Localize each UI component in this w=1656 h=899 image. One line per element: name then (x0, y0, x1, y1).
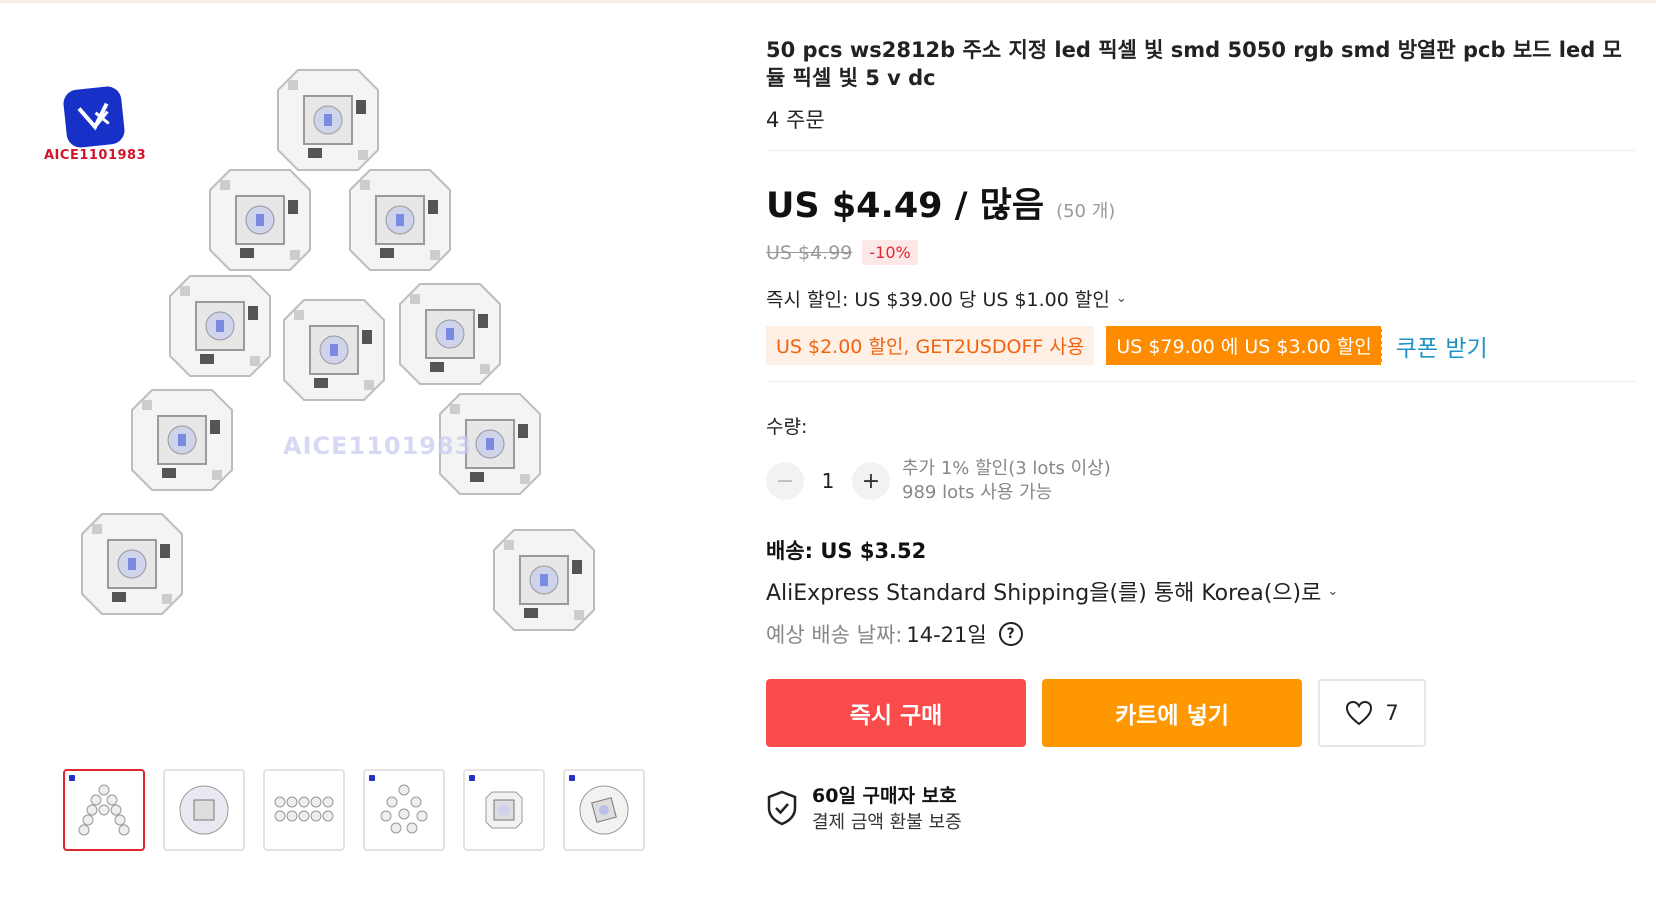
thumb-image (579, 785, 629, 835)
thumbnail-4[interactable] (363, 769, 445, 851)
divider (766, 381, 1636, 382)
thumbnail-6[interactable] (563, 769, 645, 851)
buyer-protection: 60일 구매자 보호 결제 금액 환불 보증 (766, 781, 1636, 834)
thumb-image (274, 796, 334, 822)
price-row: US $4.49 / 많음 (50 개) (766, 177, 1636, 228)
thumb-image (179, 785, 229, 835)
instant-discount-label: 즉시 할인: US $39.00 당 US $1.00 할인 (766, 289, 1110, 311)
price-unit-note: (50 개) (1056, 201, 1116, 222)
thumb-image (78, 784, 130, 836)
thumbnail-2[interactable] (163, 769, 245, 851)
thumbnail-1[interactable] (63, 769, 145, 851)
thumbnail-strip (63, 769, 645, 851)
quantity-note: 추가 1% 할인(3 lots 이상) 989 lots 사용 가능 (902, 457, 1111, 505)
thumb-logo-icon (469, 775, 475, 781)
store-coupon-badge[interactable]: US $79.00 에 US $3.00 할인 (1106, 326, 1386, 365)
stock-available: 989 lots 사용 가능 (902, 482, 1053, 503)
led-module-1 (277, 69, 379, 171)
thumbnail-5[interactable] (463, 769, 545, 851)
bulk-discount-note: 추가 1% 할인(3 lots 이상) (902, 458, 1111, 479)
coupon-row: US $2.00 할인, GET2USDOFF 사용 US $79.00 에 U… (766, 326, 1636, 365)
quantity-input[interactable]: 1 (804, 469, 852, 493)
protection-title: 60일 구매자 보호 (812, 785, 957, 807)
product-title: 50 pcs ws2812b 주소 지정 led 픽셀 빛 smd 5050 r… (766, 38, 1622, 90)
instant-discount[interactable]: 즉시 할인: US $39.00 당 US $1.00 할인 ⌄ (766, 285, 1636, 312)
main-product-image[interactable] (60, 60, 680, 700)
thumb-logo-icon (569, 775, 575, 781)
current-price: US $4.49 / 많음 (766, 186, 1045, 226)
thumb-logo-icon (69, 775, 75, 781)
get-coupon-link[interactable]: 쿠폰 받기 (1396, 329, 1488, 363)
led-module-10 (493, 529, 595, 631)
led-module-2 (209, 169, 311, 271)
product-info-panel: 50 pcs ws2812b 주소 지정 led 픽셀 빛 smd 5050 r… (766, 36, 1636, 834)
led-module-4 (169, 275, 271, 377)
quantity-stepper: − 1 + 추가 1% 할인(3 lots 이상) 989 lots 사용 가능 (766, 457, 1636, 505)
action-buttons: 즉시 구매 카트에 넣기 7 (766, 679, 1636, 747)
shipping-method-label: AliExpress Standard Shipping을(를) 통해 Kore… (766, 581, 1322, 606)
plus-icon[interactable]: + (852, 462, 890, 500)
led-module-3 (349, 169, 451, 271)
estimated-delivery: 예상 배송 날짜: 14-21일 ? (766, 619, 1636, 649)
shipping-cost: 배송: US $3.52 (766, 539, 927, 563)
chevron-down-icon: ⌄ (1115, 291, 1127, 306)
buy-now-button[interactable]: 즉시 구매 (766, 679, 1026, 747)
original-price: US $4.99 (766, 241, 853, 264)
original-price-row: US $4.99 -10% (766, 240, 1636, 265)
led-module-9 (81, 513, 183, 615)
thumb-image (485, 791, 523, 829)
shipping-method[interactable]: AliExpress Standard Shipping을(를) 통해 Kore… (766, 575, 1636, 607)
image-watermark: AICE1101983 (283, 432, 473, 460)
order-count: 4 주문 (766, 108, 825, 132)
wishlist-count: 7 (1385, 701, 1399, 725)
led-module-6 (399, 283, 501, 385)
chevron-down-icon: ⌄ (1327, 583, 1339, 599)
add-to-cart-button[interactable]: 카트에 넣기 (1042, 679, 1302, 747)
quantity-label: 수량: (766, 416, 808, 438)
protection-subtitle: 결제 금액 환불 보증 (812, 812, 962, 833)
heart-icon (1346, 700, 1373, 726)
discount-badge: -10% (862, 240, 918, 265)
help-icon[interactable]: ? (998, 622, 1023, 646)
thumbnail-3[interactable] (263, 769, 345, 851)
top-divider (0, 0, 1656, 3)
eta-value: 14-21일 (906, 623, 987, 647)
led-module-5 (283, 299, 385, 401)
shield-check-icon (767, 790, 797, 825)
coupon-code-badge[interactable]: US $2.00 할인, GET2USDOFF 사용 (766, 326, 1095, 365)
thumb-image (380, 784, 428, 834)
wishlist-button[interactable]: 7 (1318, 679, 1426, 747)
minus-icon[interactable]: − (766, 462, 804, 500)
eta-label: 예상 배송 날짜: (766, 623, 903, 647)
thumb-logo-icon (369, 775, 375, 781)
divider (766, 150, 1636, 151)
led-module-7 (131, 389, 233, 491)
